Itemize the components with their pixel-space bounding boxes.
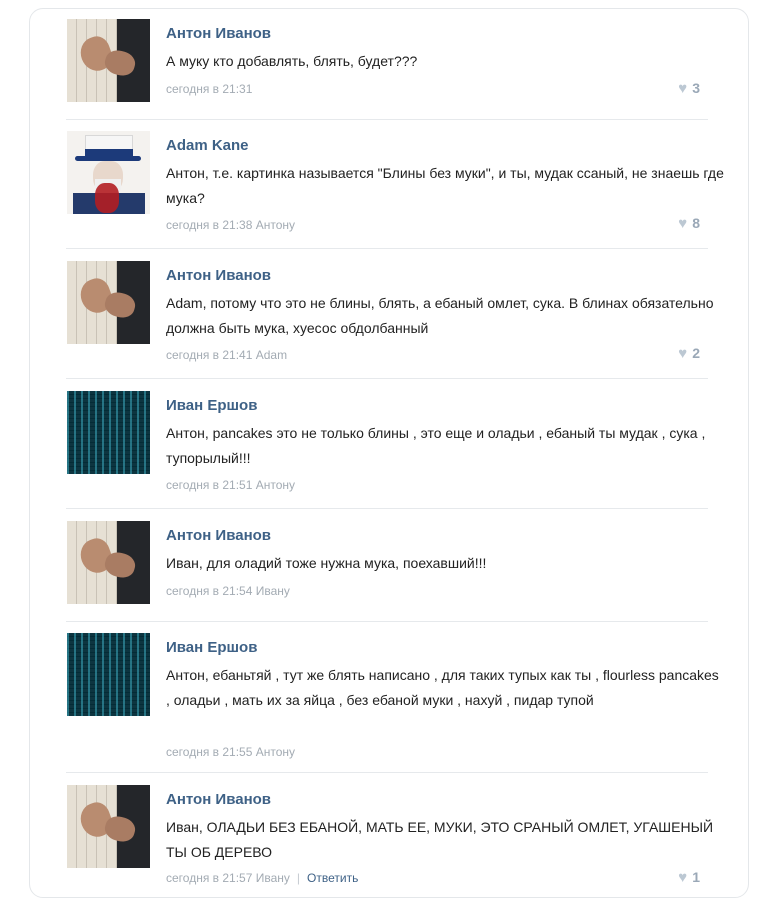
- heart-icon: ♥: [678, 869, 688, 886]
- comment-time[interactable]: сегодня в 21:41: [166, 348, 252, 362]
- heart-icon: ♥: [678, 215, 688, 232]
- like-button[interactable]: ♥ 8: [678, 215, 700, 232]
- author-name[interactable]: Adam Kane: [166, 137, 249, 154]
- divider: [66, 508, 708, 509]
- comment-meta: сегодня в 21:41 Adam: [166, 348, 287, 362]
- author-name[interactable]: Антон Иванов: [166, 791, 271, 808]
- like-button[interactable]: ♥ 3: [678, 80, 700, 97]
- like-count: 3: [692, 80, 700, 96]
- reply-to[interactable]: Антону: [256, 218, 295, 232]
- comment-text: Антон, pancakes это не только блины , эт…: [166, 425, 706, 466]
- comment-text: Иван, ОЛАДЬИ БЕЗ ЕБАНОЙ, МАТЬ ЕЕ, МУКИ, …: [166, 819, 714, 860]
- divider: [66, 119, 708, 120]
- comment-meta: сегодня в 21:54 Ивану: [166, 584, 290, 598]
- author-name[interactable]: Антон Иванов: [166, 527, 271, 544]
- like-count: 1: [692, 869, 700, 885]
- comment-time[interactable]: сегодня в 21:38: [166, 218, 252, 232]
- reply-to[interactable]: Adam: [256, 348, 287, 362]
- divider: [66, 378, 708, 379]
- author-name[interactable]: Иван Ершов: [166, 397, 257, 414]
- like-count: 2: [692, 345, 700, 361]
- author-name[interactable]: Антон Иванов: [166, 267, 271, 284]
- heart-icon: ♥: [678, 345, 688, 362]
- comment-time[interactable]: сегодня в 21:54: [166, 584, 252, 598]
- comment-time[interactable]: сегодня в 21:31: [166, 82, 252, 96]
- author-name[interactable]: Иван Ершов: [166, 639, 257, 656]
- like-button[interactable]: ♥ 1: [678, 869, 700, 886]
- comment-meta: сегодня в 21:31: [166, 82, 252, 96]
- reply-button[interactable]: Ответить: [307, 871, 358, 885]
- comment-text: Антон, ебаньтяй , тут же блять написано …: [166, 667, 719, 708]
- reply-to[interactable]: Ивану: [256, 871, 290, 885]
- comment-time[interactable]: сегодня в 21:55: [166, 745, 252, 759]
- avatar[interactable]: [67, 785, 150, 868]
- comment-text: Adam, потому что это не блины, блять, а …: [166, 295, 714, 336]
- avatar[interactable]: [67, 19, 150, 102]
- separator: |: [296, 871, 301, 885]
- avatar[interactable]: [67, 521, 150, 604]
- comments-panel: Антон Иванов А муку кто добавлять, блять…: [29, 8, 749, 898]
- reply-to[interactable]: Антону: [256, 478, 295, 492]
- divider: [66, 248, 708, 249]
- like-count: 8: [692, 215, 700, 231]
- reply-to[interactable]: Антону: [256, 745, 295, 759]
- divider: [66, 621, 708, 622]
- comment-meta: сегодня в 21:57 Ивану | Ответить: [166, 871, 358, 885]
- comment-text: А муку кто добавлять, блять, будет???: [166, 53, 418, 69]
- author-name[interactable]: Антон Иванов: [166, 25, 271, 42]
- comment-time[interactable]: сегодня в 21:51: [166, 478, 252, 492]
- comment-meta: сегодня в 21:38 Антону: [166, 218, 295, 232]
- avatar[interactable]: [67, 391, 150, 474]
- comment-time[interactable]: сегодня в 21:57: [166, 871, 252, 885]
- avatar[interactable]: [67, 131, 150, 214]
- comment-meta: сегодня в 21:51 Антону: [166, 478, 295, 492]
- reply-to[interactable]: Ивану: [256, 584, 290, 598]
- comment-text: Иван, для оладий тоже нужна мука, поехав…: [166, 555, 487, 571]
- comment-text: Антон, т.е. картинка называется "Блины б…: [166, 165, 724, 206]
- divider: [66, 772, 708, 773]
- comment-meta: сегодня в 21:55 Антону: [166, 745, 295, 759]
- heart-icon: ♥: [678, 80, 688, 97]
- like-button[interactable]: ♥ 2: [678, 345, 700, 362]
- avatar[interactable]: [67, 633, 150, 716]
- avatar[interactable]: [67, 261, 150, 344]
